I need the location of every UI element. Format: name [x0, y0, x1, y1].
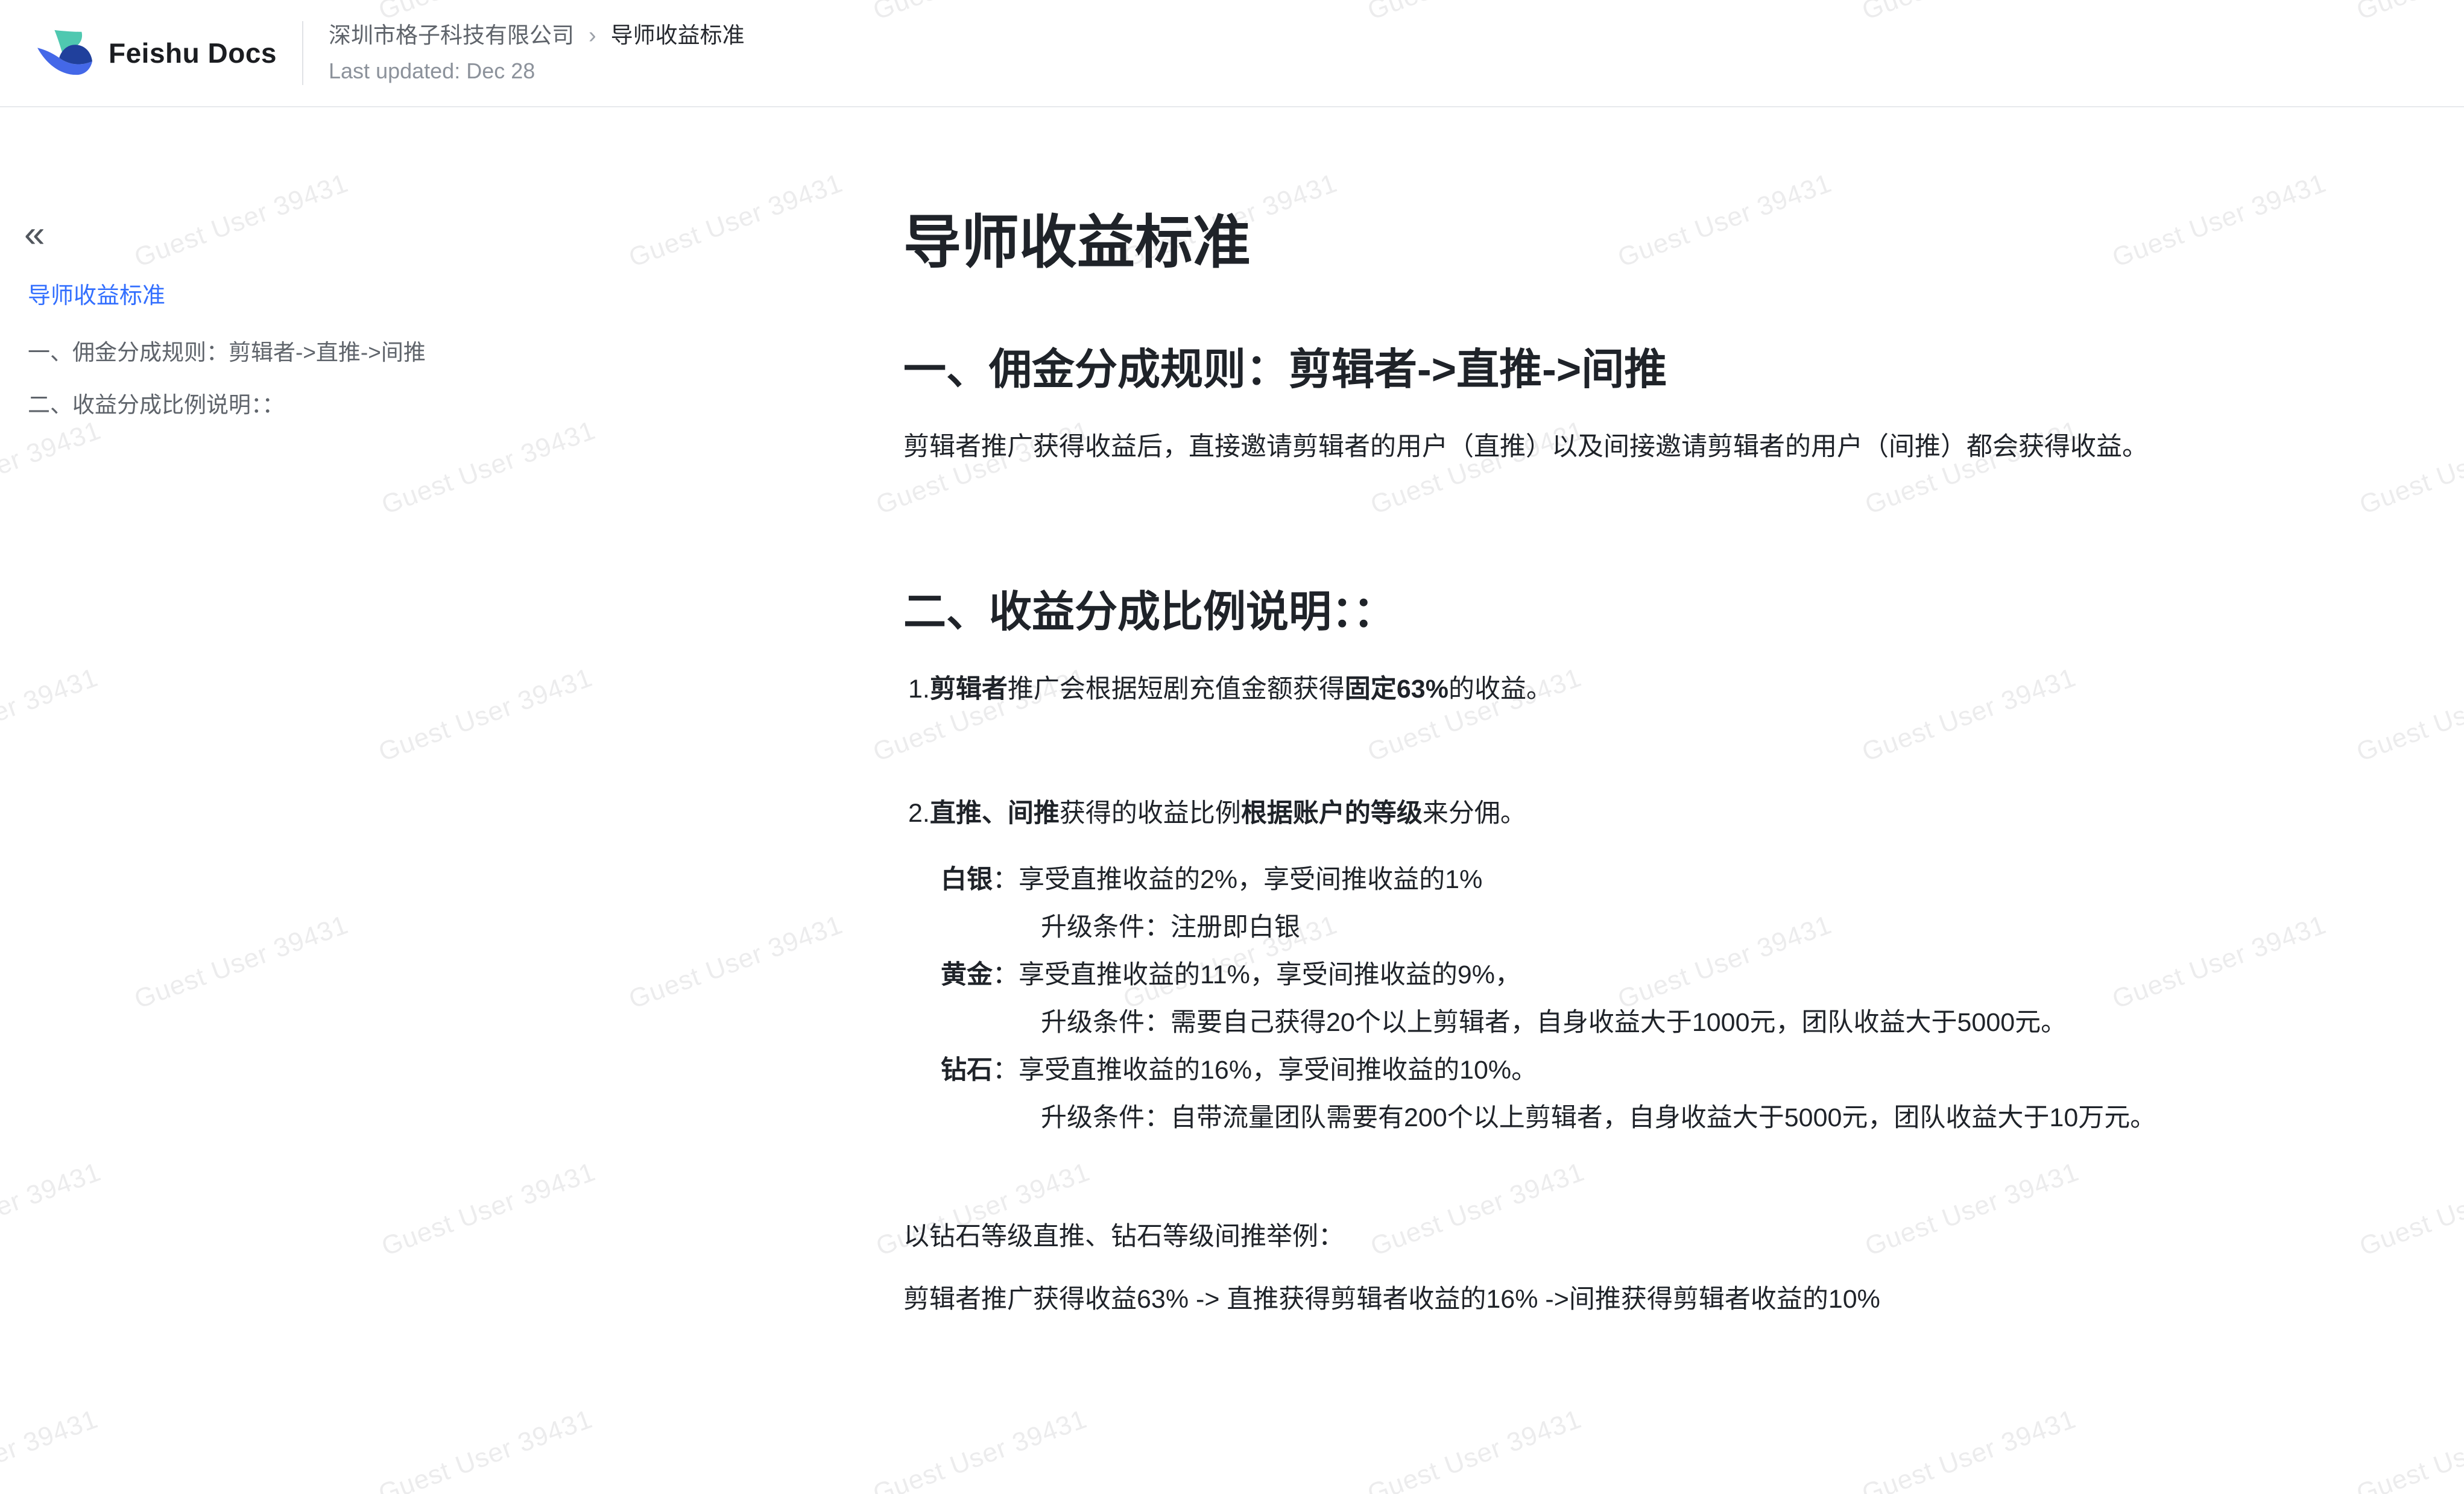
watermark-text: Guest User 39431	[2108, 168, 2330, 274]
outline-item-section2[interactable]: 二、收益分成比例说明：：	[28, 391, 285, 419]
breadcrumb-current-doc: 导师收益标准	[611, 22, 745, 49]
watermark-text: Guest User 39431	[1363, 1404, 1585, 1494]
list-item-1: 1.剪辑者推广会根据短剧充值金额获得固定63%的收益。	[903, 670, 1552, 708]
section1-paragraph: 剪辑者推广获得收益后，直接邀请剪辑者的用户（直推）以及间接邀请剪辑者的用户（间推…	[903, 428, 2363, 465]
level-gold: 黄金：享受直推收益的11%，享受间推收益的9%，	[903, 951, 2375, 999]
section1-heading: 一、佣金分成规则：剪辑者->直推->间推	[903, 344, 1667, 397]
level-gold-condition: 升级条件：需要自己获得20个以上剪辑者，自身收益大于1000元，团队收益大于50…	[903, 999, 2375, 1047]
header-divider	[302, 21, 303, 85]
watermark-text: Guest User 39431	[377, 415, 599, 521]
watermark-text: Guest User 39431	[2355, 415, 2464, 521]
breadcrumb-chevron-icon: ›	[589, 22, 596, 50]
list-item-2: 2.直推、间推获得的收益比例根据账户的等级来分佣。	[903, 795, 1526, 832]
section2-heading: 二、收益分成比例说明：：	[903, 586, 1396, 640]
feishu-docs-page: Feishu Docs 深圳市格子科技有限公司 › 导师收益标准 Last up…	[0, 0, 2464, 1494]
level-diamond-condition: 升级条件：自带流量团队需要有200个以上剪辑者，自身收益大于5000元，团队收益…	[903, 1094, 2375, 1142]
watermark-text: Guest User 39431	[130, 168, 352, 274]
watermark-text: Guest User 39431	[374, 1404, 596, 1494]
watermark-text: Guest User 39431	[130, 910, 352, 1015]
breadcrumb-company[interactable]: 深圳市格子科技有限公司	[329, 22, 574, 49]
watermark-text: Guest User 39431	[625, 910, 847, 1015]
level-silver-condition: 升级条件：注册即白银	[903, 904, 2375, 951]
sidebar-collapse-icon[interactable]: «	[24, 216, 45, 253]
last-updated: Last updated: Dec 28	[329, 58, 745, 84]
list-item-2-number: 2.	[908, 799, 930, 828]
list-item-1-number: 1.	[908, 675, 930, 704]
level-diamond: 钻石：享受直推收益的16%，享受间推收益的10%。	[903, 1047, 2375, 1094]
watermark-text: Guest User 39431	[374, 663, 596, 768]
watermark-text: Guest User 39431	[625, 168, 847, 274]
watermark-text: Guest User 39431	[0, 1404, 102, 1494]
breadcrumb: 深圳市格子科技有限公司 › 导师收益标准 Last updated: Dec 2…	[329, 22, 745, 84]
watermark-text: Guest User 39431	[377, 1157, 599, 1262]
level-silver: 白银：享受直推收益的2%，享受间推收益的1%	[903, 856, 2375, 904]
level-list: 白银：享受直推收益的2%，享受间推收益的1% 升级条件：注册即白银 黄金：享受直…	[903, 856, 2375, 1142]
outline-item-section1[interactable]: 一、佣金分成规则：剪辑者->直推->间推	[28, 339, 426, 367]
example-intro: 以钻石等级直推、钻石等级间推举例：	[903, 1218, 1344, 1255]
outline-item-title[interactable]: 导师收益标准	[28, 282, 165, 311]
watermark-text: Guest User 39431	[1858, 663, 2080, 768]
watermark-text: Guest User 39431	[1861, 1157, 2083, 1262]
watermark-text: Guest User 39431	[1858, 1404, 2080, 1494]
doc-title: 导师收益标准	[903, 209, 1251, 277]
watermark-text: Guest User 39431	[1366, 1157, 1588, 1262]
watermark-text: Guest User 39431	[2352, 1404, 2464, 1494]
watermark-text: Guest User 39431	[0, 1157, 105, 1262]
app-header: Feishu Docs 深圳市格子科技有限公司 › 导师收益标准 Last up…	[0, 0, 2464, 107]
app-name: Feishu Docs	[109, 37, 277, 69]
feishu-logo-icon[interactable]	[35, 27, 94, 80]
example-line: 剪辑者推广获得收益63% -> 直推获得剪辑者收益的16% ->间推获得剪辑者收…	[903, 1281, 1880, 1318]
watermark-text: Guest User 39431	[869, 1404, 1091, 1494]
watermark-text: Guest User 39431	[0, 663, 102, 768]
watermark-text: Guest User 39431	[0, 415, 105, 521]
watermark-text: Guest User 39431	[2352, 663, 2464, 768]
watermark-text: Guest User 39431	[2355, 1157, 2464, 1262]
watermark-text: Guest User 39431	[1614, 168, 1836, 274]
